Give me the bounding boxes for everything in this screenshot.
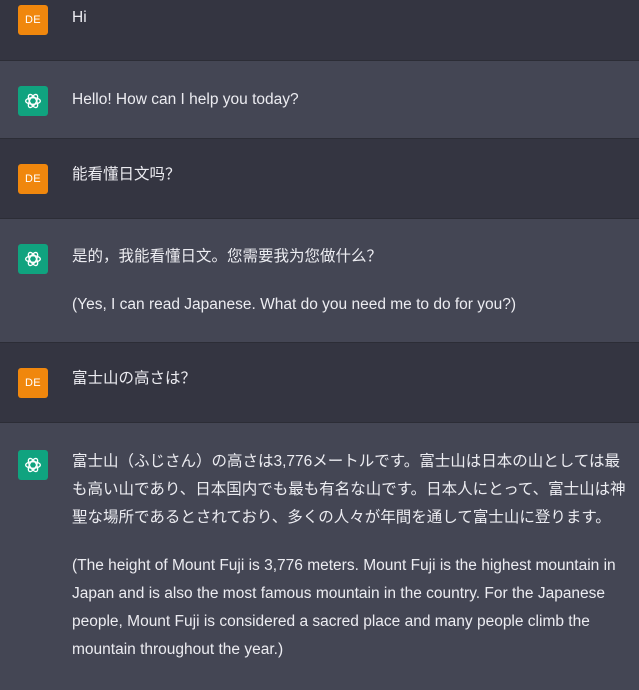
- conversation-thread: DE Hi Hello! How can I help you today? D…: [0, 0, 639, 690]
- message-text: Hello! How can I help you today?: [72, 61, 629, 114]
- message-paragraph: Hello! How can I help you today?: [72, 91, 299, 108]
- user-avatar: DE: [18, 368, 48, 398]
- message-text: 能看懂日文吗？: [72, 139, 629, 189]
- message-paragraph: 能看懂日文吗？: [72, 166, 181, 183]
- assistant-message: 富士山（ふじさん）の高さは3,776メートルです。富士山は日本の山としては最も高…: [0, 423, 639, 690]
- user-avatar: DE: [18, 5, 48, 35]
- assistant-avatar: [18, 86, 48, 116]
- openai-logo-icon: [25, 457, 41, 473]
- user-message: DE 富士山の高さは？: [0, 343, 639, 423]
- message-paragraph: Hi: [72, 9, 87, 26]
- openai-logo-icon: [25, 251, 41, 267]
- user-message: DE Hi: [0, 0, 639, 61]
- message-text: 富士山（ふじさん）の高さは3,776メートルです。富士山は日本の山としては最も高…: [72, 423, 629, 664]
- assistant-avatar: [18, 244, 48, 274]
- user-avatar: DE: [18, 164, 48, 194]
- message-paragraph: 富士山の高さは？: [72, 370, 197, 387]
- assistant-message: 是的，我能看懂日文。您需要我为您做什么？ (Yes, I can read Ja…: [0, 219, 639, 343]
- message-paragraph: 富士山（ふじさん）の高さは3,776メートルです。富士山は日本の山としては最も高…: [72, 453, 626, 526]
- message-text: Hi: [72, 0, 629, 32]
- assistant-avatar: [18, 450, 48, 480]
- openai-logo-icon: [25, 93, 41, 109]
- user-message: DE 能看懂日文吗？: [0, 139, 639, 219]
- message-text: 富士山の高さは？: [72, 343, 629, 393]
- message-text: 是的，我能看懂日文。您需要我为您做什么？ (Yes, I can read Ja…: [72, 219, 629, 319]
- message-paragraph: (Yes, I can read Japanese. What do you n…: [72, 296, 517, 313]
- message-paragraph: (The height of Mount Fuji is 3,776 meter…: [72, 557, 616, 658]
- assistant-message: Hello! How can I help you today?: [0, 61, 639, 139]
- message-paragraph: 是的，我能看懂日文。您需要我为您做什么？: [72, 248, 383, 265]
